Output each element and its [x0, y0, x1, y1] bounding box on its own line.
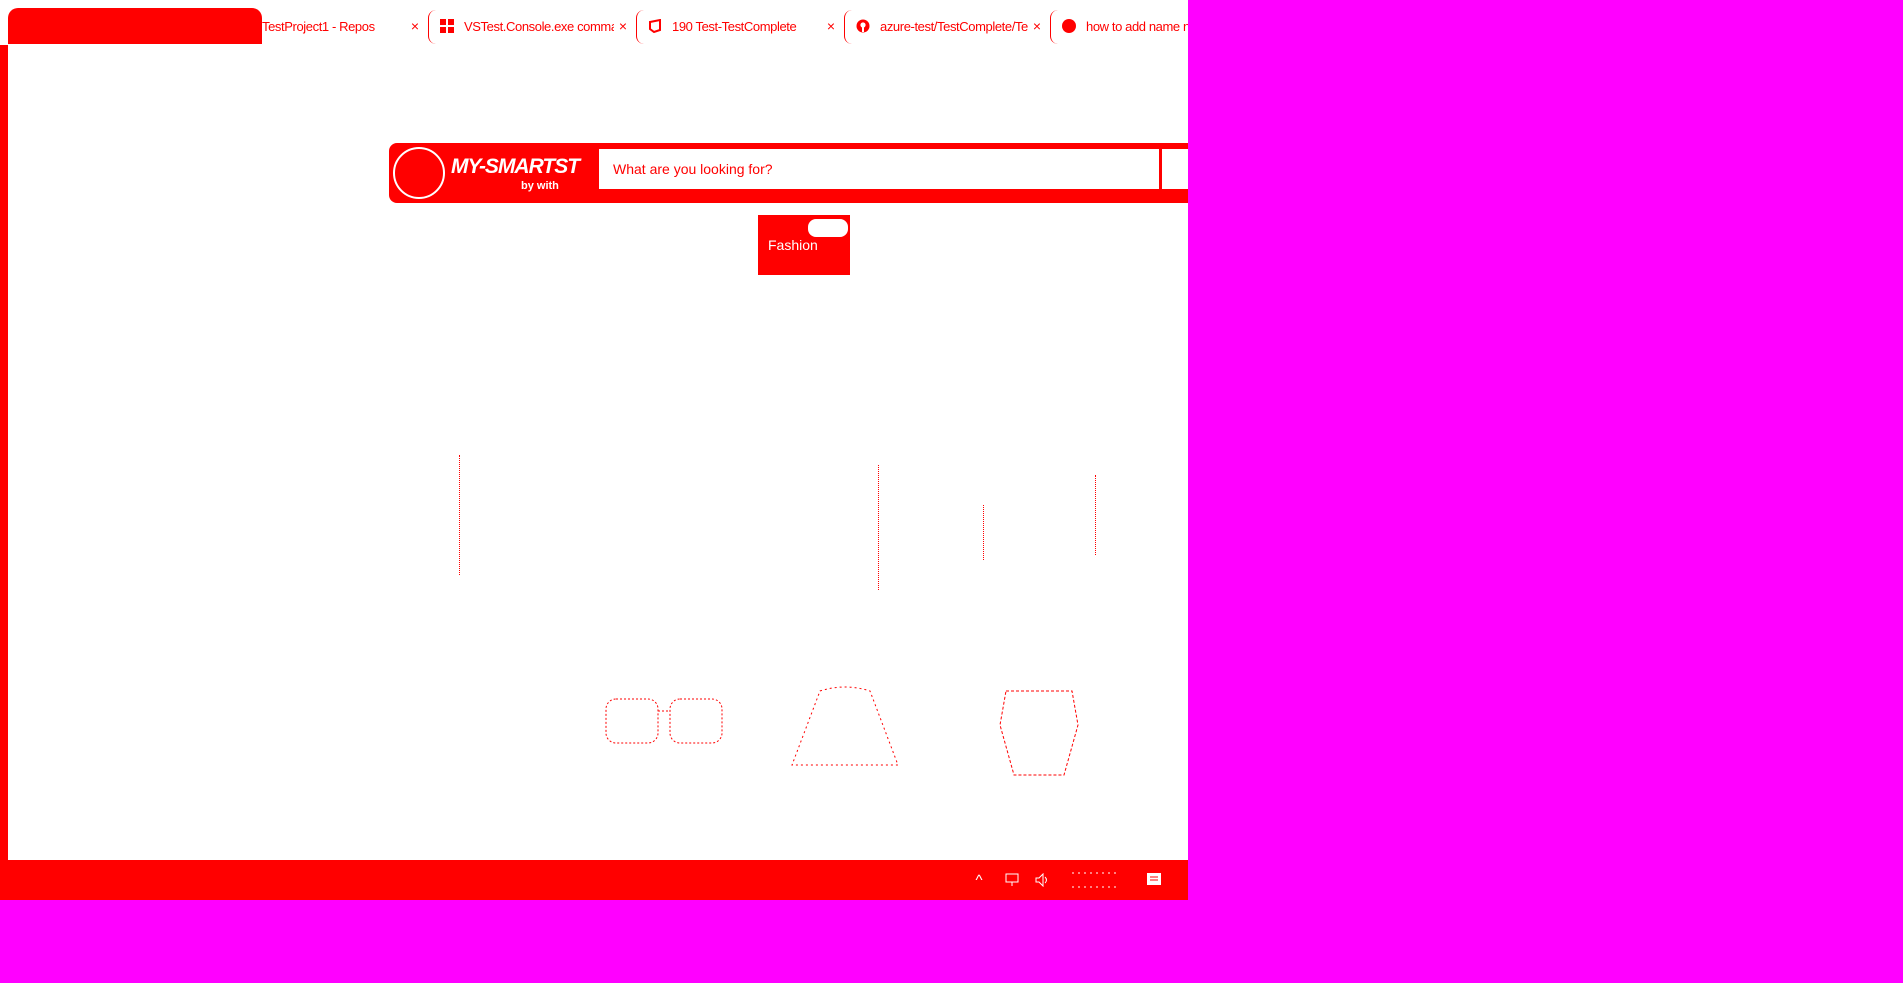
category-fashion[interactable]: Fashion — [758, 215, 850, 275]
tab-github-azure-test[interactable]: azure-test/TestComplete/Te × — [844, 8, 1050, 44]
dress-product-image[interactable] — [780, 685, 910, 785]
chevron-up-icon[interactable]: ^ — [966, 860, 992, 900]
search-button[interactable] — [1162, 149, 1188, 189]
faded-product-image — [983, 505, 984, 560]
site-logo-icon[interactable] — [393, 147, 445, 199]
browser-tab-bar: TestProject1 - Repos × VSTest.Console.ex… — [0, 0, 1188, 45]
stackoverflow-icon — [1062, 19, 1076, 33]
shirt-product-image[interactable] — [994, 685, 1084, 785]
tab-label: 190 Test-TestComplete — [672, 18, 797, 34]
network-icon[interactable] — [1000, 860, 1026, 900]
testcomplete-icon — [648, 18, 662, 34]
tab-testcomplete[interactable]: 190 Test-TestComplete × — [636, 8, 844, 44]
close-icon[interactable]: × — [614, 18, 632, 34]
github-icon — [856, 19, 870, 33]
screen: TestProject1 - Repos × VSTest.Console.ex… — [0, 0, 1188, 900]
tab-testproject1-repos[interactable]: TestProject1 - Repos × — [262, 8, 428, 44]
notifications-icon[interactable] — [1140, 860, 1168, 900]
faded-product-image — [1095, 475, 1096, 555]
tab-label: VSTest.Console.exe comma — [464, 18, 614, 34]
windows-logo-icon — [440, 19, 454, 33]
sunglasses-product-image[interactable] — [600, 685, 730, 775]
site-header: MY-SMARTST by with — [389, 143, 1188, 203]
clock-area[interactable] — [1060, 860, 1130, 900]
close-icon[interactable]: × — [1028, 18, 1046, 34]
close-icon[interactable]: × — [822, 18, 840, 34]
site-logo-text[interactable]: MY-SMARTST — [451, 155, 580, 179]
tab-how-to-add-name[interactable]: how to add name n — [1050, 8, 1188, 44]
category-label: Fashion — [768, 237, 818, 253]
faded-product-image — [878, 465, 879, 590]
web-page: MY-SMARTST by with Fashion — [8, 45, 1188, 860]
tab-active[interactable] — [8, 8, 262, 44]
tab-label: how to add name n — [1086, 18, 1188, 34]
category-badge — [808, 219, 848, 237]
tab-label: TestProject1 - Repos — [262, 18, 375, 34]
close-icon[interactable]: × — [406, 18, 424, 34]
faded-product-image — [459, 455, 460, 575]
windows-taskbar: ^ — [0, 860, 1188, 900]
tab-label: azure-test/TestComplete/Te — [880, 18, 1028, 34]
tab-vstest-console[interactable]: VSTest.Console.exe comma × — [428, 8, 636, 44]
site-logo-subtitle: by with — [521, 180, 559, 192]
speaker-icon[interactable] — [1030, 860, 1056, 900]
search-input[interactable] — [599, 149, 1159, 189]
